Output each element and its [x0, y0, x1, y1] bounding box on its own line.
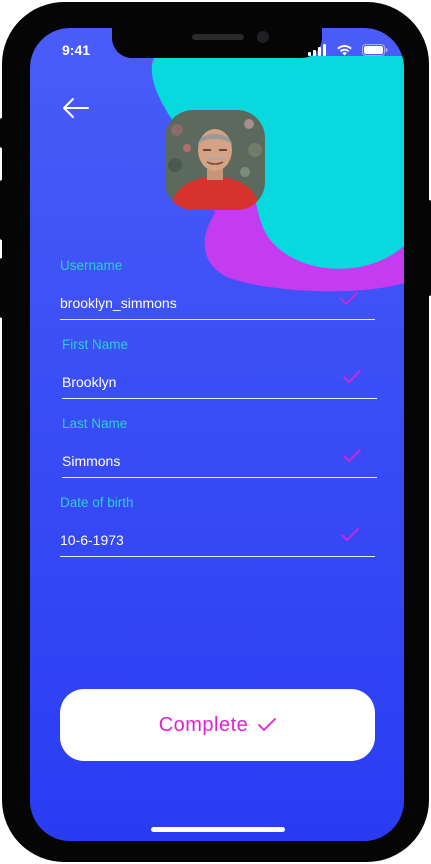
last-name-value[interactable]: Simmons	[62, 453, 120, 469]
avatar[interactable]	[165, 110, 265, 210]
date-of-birth-value[interactable]: 10-6-1973	[60, 532, 124, 548]
battery-icon	[362, 44, 388, 56]
silent-switch	[0, 118, 4, 148]
last-name-underline	[62, 477, 377, 478]
first-name-label: First Name	[62, 337, 129, 352]
front-camera	[257, 31, 269, 43]
checkmark-icon	[343, 370, 361, 383]
cellular-signal-icon	[308, 44, 327, 56]
checkmark-icon	[343, 449, 361, 462]
first-name-underline	[62, 398, 377, 399]
username-underline	[60, 319, 375, 320]
date-of-birth-label: Date of birth	[60, 495, 134, 510]
power-button	[427, 200, 431, 296]
device-notch	[112, 28, 322, 58]
username-value[interactable]: brooklyn_simmons	[60, 295, 177, 311]
avatar-image	[165, 110, 265, 210]
first-name-value[interactable]: Brooklyn	[62, 374, 116, 390]
complete-button[interactable]: Complete	[60, 689, 375, 761]
status-time: 9:41	[62, 42, 91, 58]
checkmark-icon	[340, 292, 358, 305]
checkmark-icon	[258, 718, 277, 731]
username-label: Username	[60, 258, 123, 273]
home-indicator[interactable]	[151, 827, 285, 832]
arrow-left-icon	[63, 98, 89, 118]
phone-frame: 9:41 Username brooklyn_simmons First Nam…	[2, 2, 429, 862]
date-of-birth-underline	[60, 556, 375, 557]
volume-up-button	[0, 180, 4, 240]
wifi-icon	[336, 45, 352, 56]
speaker-grille	[192, 34, 244, 40]
back-button[interactable]	[60, 96, 92, 120]
app-screen: 9:41 Username brooklyn_simmons First Nam…	[30, 28, 404, 841]
last-name-label: Last Name	[62, 416, 128, 431]
complete-button-label: Complete	[158, 713, 249, 736]
checkmark-icon	[341, 528, 359, 541]
volume-down-button	[0, 258, 4, 318]
status-icons	[308, 44, 388, 58]
